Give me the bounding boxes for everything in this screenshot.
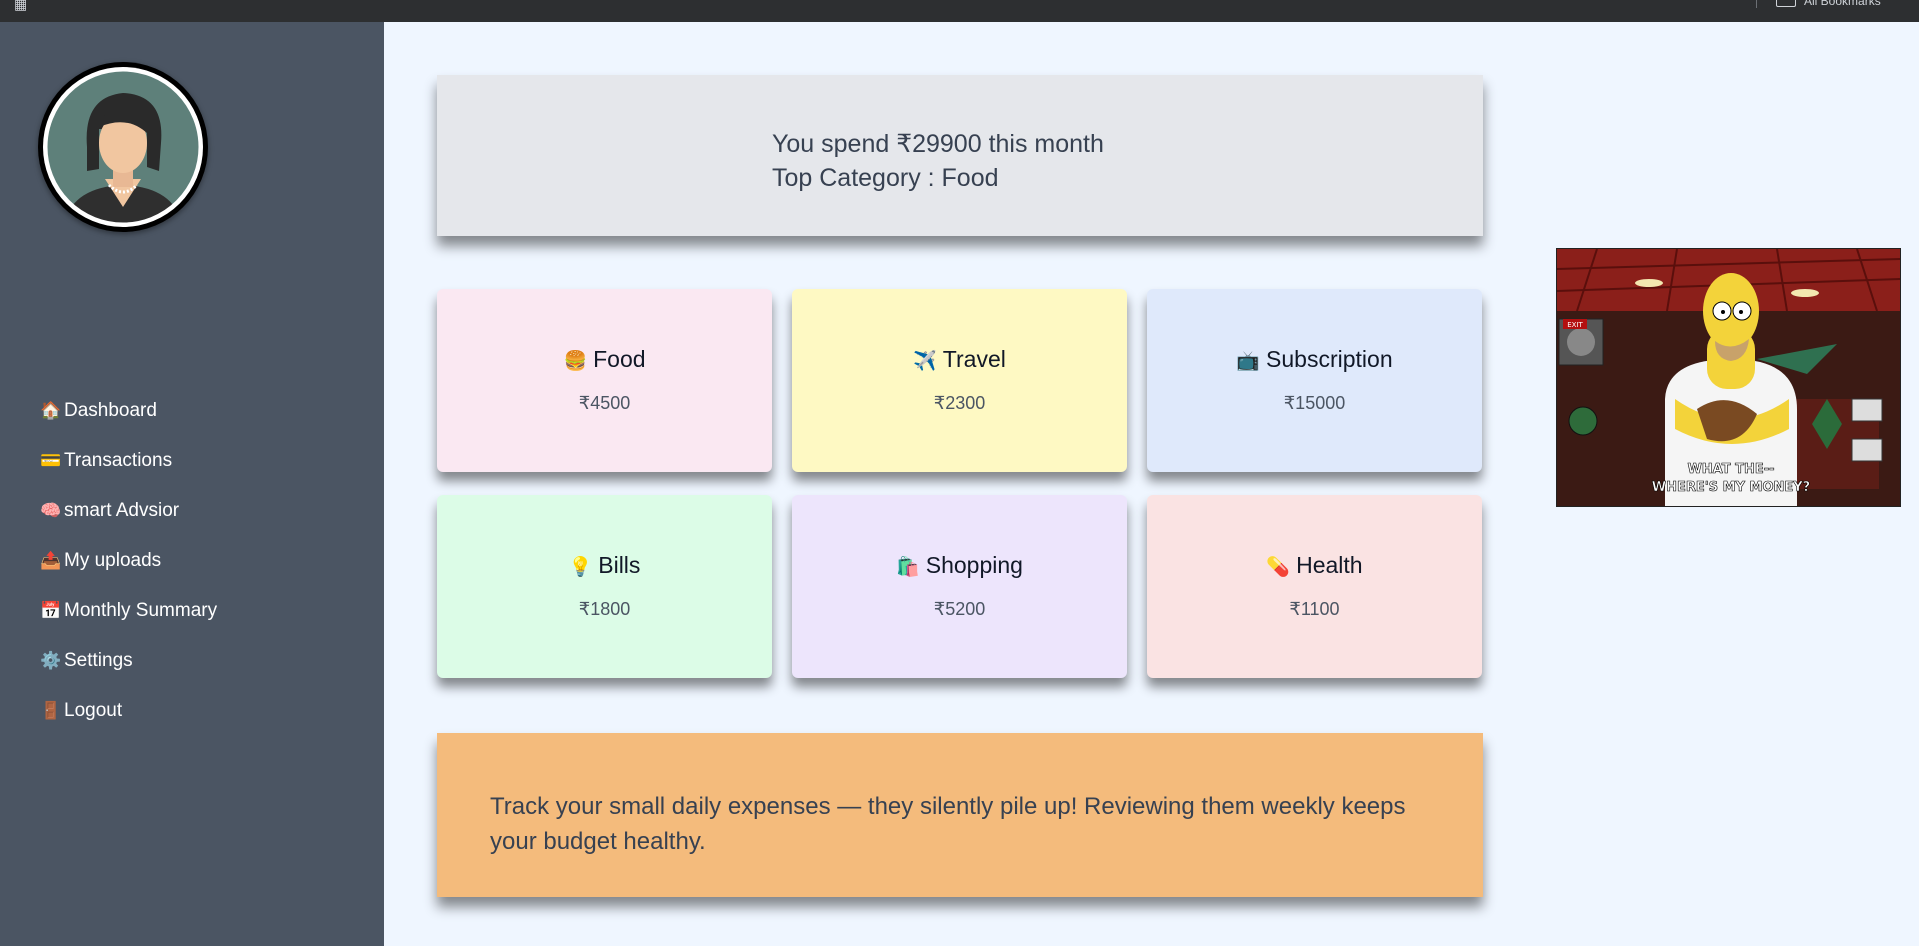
monthly-summary-banner: You spend ₹29900 this month Top Category… [437, 75, 1483, 236]
card-name: Shopping [925, 552, 1023, 578]
sidebar-item-logout[interactable]: 🚪 Logout [40, 686, 217, 736]
card-name: Food [593, 346, 646, 372]
sidebar-item-label: Logout [64, 700, 123, 721]
card-name: Health [1296, 552, 1363, 578]
credit-card-icon: 💳 [40, 451, 62, 470]
meme-image: EXIT WHAT THE-- WHERE'S MY MONEY? [1556, 248, 1901, 507]
card-title: 💡 Bills [437, 552, 772, 579]
sidebar-item-label: smart Advsior [64, 500, 180, 521]
card-amount: ₹15000 [1283, 393, 1346, 413]
card-title: 🍔 Food [437, 346, 772, 373]
sidebar-item-label: Dashboard [64, 400, 157, 421]
sidebar-item-label: Settings [64, 650, 133, 671]
card-name: Subscription [1266, 346, 1393, 372]
category-card-health[interactable]: 💊 Health ₹1100 [1147, 495, 1482, 678]
pill-icon: 💊 [1266, 557, 1291, 578]
all-bookmarks-link[interactable]: All Bookmarks [1804, 0, 1881, 8]
bookmarks-divider [1756, 0, 1757, 8]
svg-text:EXIT: EXIT [1567, 321, 1583, 329]
card-amount: ₹4500 [578, 393, 631, 413]
svg-text:WHERE'S MY MONEY?: WHERE'S MY MONEY? [1652, 480, 1810, 495]
sidebar-item-settings[interactable]: ⚙️ Settings [40, 636, 217, 686]
category-card-shopping[interactable]: 🛍️ Shopping ₹5200 [792, 495, 1127, 678]
category-card-food[interactable]: 🍔 Food ₹4500 [437, 289, 772, 472]
sidebar-item-label: My uploads [64, 550, 162, 571]
shopping-bag-icon: 🛍️ [896, 557, 920, 578]
folder-icon[interactable] [1776, 0, 1796, 7]
sidebar-item-label: Monthly Summary [64, 600, 218, 621]
card-amount: ₹1800 [578, 599, 631, 619]
sidebar-nav: 🏠 Dashboard 💳 Transactions 🧠 smart Advsi… [40, 386, 217, 736]
sidebar-item-smart-advisor[interactable]: 🧠 smart Advsior [40, 486, 217, 536]
gear-icon: ⚙️ [40, 651, 62, 670]
airplane-icon: ✈️ [913, 351, 937, 372]
main-content: You spend ₹29900 this month Top Category… [384, 22, 1919, 946]
category-card-travel[interactable]: ✈️ Travel ₹2300 [792, 289, 1127, 472]
card-name: Bills [598, 552, 641, 578]
sidebar-item-label: Transactions [64, 450, 173, 471]
browser-bookmarks-bar: ▦ All Bookmarks [0, 0, 1919, 22]
sidebar-item-my-uploads[interactable]: 📤 My uploads [40, 536, 217, 586]
homer-money-meme-illustration: EXIT WHAT THE-- WHERE'S MY MONEY? [1557, 249, 1900, 506]
brain-icon: 🧠 [40, 501, 62, 520]
card-title: 📺 Subscription [1147, 346, 1482, 373]
card-name: Travel [942, 346, 1006, 372]
svg-text:WHAT THE--: WHAT THE-- [1687, 462, 1774, 477]
lightbulb-icon: 💡 [568, 557, 593, 578]
category-card-bills[interactable]: 💡 Bills ₹1800 [437, 495, 772, 678]
house-icon: 🏠 [40, 401, 62, 420]
top-category-text: Top Category : Food [772, 164, 999, 192]
card-title: ✈️ Travel [792, 346, 1127, 373]
burger-icon: 🍔 [563, 351, 588, 372]
upload-tray-icon: 📤 [40, 551, 62, 570]
card-title: 🛍️ Shopping [792, 552, 1127, 579]
monthly-spend-text: You spend ₹29900 this month [772, 130, 1104, 158]
sidebar: 🏠 Dashboard 💳 Transactions 🧠 smart Advsi… [0, 22, 384, 946]
calendar-icon: 📅 [40, 601, 62, 620]
card-amount: ₹5200 [933, 599, 986, 619]
sidebar-item-monthly-summary[interactable]: 📅 Monthly Summary [40, 586, 217, 636]
card-title: 💊 Health [1147, 552, 1482, 579]
sidebar-item-transactions[interactable]: 💳 Transactions [40, 436, 217, 486]
category-card-subscription[interactable]: 📺 Subscription ₹15000 [1147, 289, 1482, 472]
television-icon: 📺 [1236, 351, 1261, 372]
sidebar-item-dashboard[interactable]: 🏠 Dashboard [40, 386, 217, 436]
user-avatar-icon [43, 67, 203, 227]
apps-grid-icon[interactable]: ▦ [14, 0, 27, 13]
avatar[interactable] [38, 62, 208, 232]
budget-tip-text: Track your small daily expenses — they s… [490, 793, 1406, 855]
budget-tip-banner: Track your small daily expenses — they s… [437, 733, 1483, 897]
card-amount: ₹2300 [933, 393, 986, 413]
card-amount: ₹1100 [1289, 599, 1340, 619]
door-icon: 🚪 [40, 701, 62, 720]
